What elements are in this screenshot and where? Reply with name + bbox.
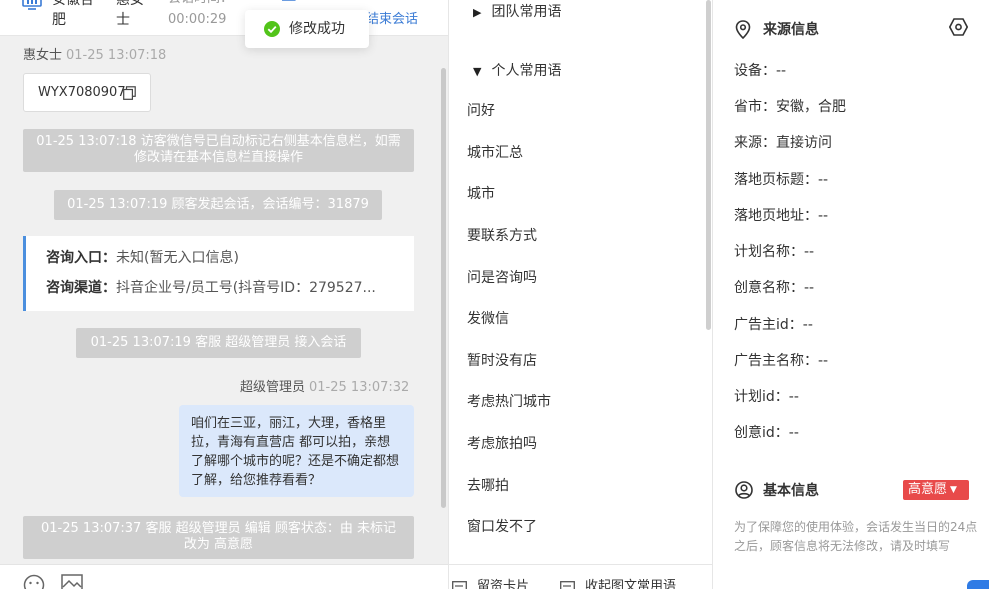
source-info-title: 来源信息 — [763, 22, 819, 38]
customer-name: 惠女士 — [116, 0, 144, 28]
chat-input-toolbar — [0, 564, 448, 589]
phrase-item[interactable]: 窗口发不了 — [467, 518, 537, 536]
info-province-city: 省市：安徽，合肥 — [734, 99, 846, 115]
chat-scrollbar[interactable] — [441, 68, 446, 508]
consult-channel-row: 咨询渠道：抖音企业号/员工号(抖音号ID：279527... — [46, 279, 396, 297]
intent-status-dropdown[interactable]: 高意愿 ▼ — [903, 480, 969, 500]
toast-message: 修改成功 — [289, 21, 345, 37]
visitor-name: 惠女士 — [23, 48, 63, 63]
phrase-item[interactable]: 考虑旅拍吗 — [467, 435, 537, 453]
consult-entry-card: 咨询入口：未知(暂无入口信息) 咨询渠道：抖音企业号/员工号(抖音号ID：279… — [23, 236, 414, 311]
location-pin-icon — [735, 20, 751, 39]
chat-panel: 安徽合肥 惠女士 会话时间： 00:00:29 结束会话 修改成功 惠女士01-… — [0, 0, 448, 589]
hexagon-settings-icon[interactable] — [949, 18, 968, 36]
phrase-item[interactable]: 考虑热门城市 — [467, 393, 551, 411]
monitor-icon — [22, 0, 42, 10]
phrase-item[interactable]: 暂时没有店 — [467, 352, 537, 370]
agent-message-time: 01-25 13:07:32 — [309, 380, 410, 395]
agent-name: 超级管理员 — [240, 380, 306, 395]
copy-icon[interactable] — [123, 86, 136, 100]
basic-info-title: 基本信息 — [763, 483, 819, 499]
info-device: 设备：-- — [734, 63, 787, 79]
consult-entry-row: 咨询入口：未知(暂无入口信息) — [46, 249, 396, 267]
consult-entry-value: 未知(暂无入口信息) — [116, 250, 239, 266]
collapse-phrases-button[interactable]: 收起图文常用语 — [585, 579, 676, 589]
info-creative-name: 创意名称：-- — [734, 280, 815, 296]
edit-deadline-hint: 为了保障您的使用体验，会话发生当日的24点之后，顾客信息将无法修改，请及时填写 — [734, 520, 978, 553]
session-time-label: 会话时间： — [168, 0, 233, 8]
consult-entry-label: 咨询入口： — [46, 250, 116, 266]
visitor-message-meta: 惠女士 01-25 13:07:18 — [23, 47, 166, 65]
info-advertiser-name: 广告主名称：-- — [734, 353, 829, 369]
personal-phrases-title: 个人常用语 — [491, 63, 562, 79]
image-icon[interactable] — [61, 574, 83, 589]
caret-down-icon: ▼ — [473, 65, 482, 78]
phrase-item[interactable]: 去哪拍 — [467, 477, 509, 495]
info-landing-title: 落地页标题：-- — [734, 172, 829, 188]
phrase-item[interactable]: 城市汇总 — [467, 144, 523, 162]
chat-header: 安徽合肥 惠女士 会话时间： 00:00:29 结束会话 — [0, 0, 448, 36]
consult-channel-label: 咨询渠道： — [46, 280, 116, 296]
consult-channel-value: 抖音企业号/员工号(抖音号ID：279527... — [116, 280, 376, 296]
intent-status-value: 高意愿 — [908, 482, 948, 497]
customer-service-workspace: 安徽合肥 惠女士 会话时间： 00:00:29 结束会话 修改成功 惠女士01-… — [0, 0, 989, 589]
check-circle-icon — [264, 21, 280, 37]
success-toast: 修改成功 — [245, 10, 369, 48]
info-creative-id: 创意id：-- — [734, 425, 799, 441]
visitor-message-time: 01-25 13:07:18 — [66, 48, 167, 63]
phrase-item[interactable]: 要联系方式 — [467, 227, 537, 245]
customer-info-panel: 来源信息 设备：-- 省市：安徽，合肥 来源：直接访问 落地页标题：-- 落地页… — [713, 0, 989, 589]
team-phrases-group[interactable]: ▶ 团队常用语 — [473, 3, 561, 22]
agent-message-bubble: 咱们在三亚，丽江，大理，香格里拉，青海有直营店 都可以拍，亲想了解哪个城市的呢？… — [179, 405, 414, 497]
quick-phrases-panel: ▶ 团队常用语 ▼ 个人常用语 问好 城市汇总 城市 要联系方式 问是咨询吗 发微信… — [448, 0, 713, 589]
floating-action-button[interactable] — [967, 580, 989, 589]
end-session-button[interactable]: 结束会话 — [366, 11, 418, 29]
system-note-auto-mark: 01-25 13:07:18 访客微信号已自动标记右侧基本信息栏，如需修改请在基… — [23, 129, 414, 172]
info-source: 来源：直接访问 — [734, 135, 832, 151]
wechat-id-card[interactable]: WYX7080907 — [23, 73, 151, 112]
user-circle-icon — [735, 481, 753, 499]
team-phrases-title: 团队常用语 — [491, 4, 562, 20]
wechat-id: WYX7080907 — [38, 85, 126, 100]
lead-card-button[interactable]: 留资卡片 — [477, 579, 529, 589]
system-note-status-change: 01-25 13:07:37 客服 超级管理员 编辑 顾客状态：由 未标记 改为… — [23, 516, 414, 559]
phrase-item[interactable]: 发微信 — [467, 310, 509, 328]
phrases-scrollbar[interactable] — [706, 0, 711, 330]
personal-phrases-group[interactable]: ▼ 个人常用语 — [473, 62, 561, 81]
system-note-agent-join: 01-25 13:07:19 客服 超级管理员 接入会话 — [76, 328, 361, 358]
collapse-icon — [560, 581, 575, 589]
info-plan-id: 计划id：-- — [734, 389, 799, 405]
phrase-item[interactable]: 城市 — [467, 185, 495, 203]
session-duration: 00:00:29 — [168, 12, 227, 27]
agent-message-meta: 超级管理员 01-25 13:07:32 — [240, 379, 409, 397]
caret-down-icon: ▼ — [950, 485, 957, 495]
info-plan-name: 计划名称：-- — [734, 244, 815, 260]
info-advertiser-id: 广告主id：-- — [734, 317, 813, 333]
info-landing-url: 落地页地址：-- — [734, 208, 829, 224]
phrases-footer: 留资卡片 收起图文常用语 — [449, 564, 713, 589]
card-icon — [452, 581, 467, 589]
system-note-session-start: 01-25 13:07:19 顾客发起会话，会话编号：31879 — [54, 190, 382, 220]
caret-right-icon: ▶ — [473, 6, 482, 19]
customer-location: 安徽合肥 — [52, 0, 94, 28]
phrase-item[interactable]: 问是咨询吗 — [467, 269, 537, 287]
emoji-icon[interactable] — [23, 574, 45, 589]
phrase-item[interactable]: 问好 — [467, 102, 495, 120]
transfer-arrow-icon[interactable] — [282, 0, 298, 4]
